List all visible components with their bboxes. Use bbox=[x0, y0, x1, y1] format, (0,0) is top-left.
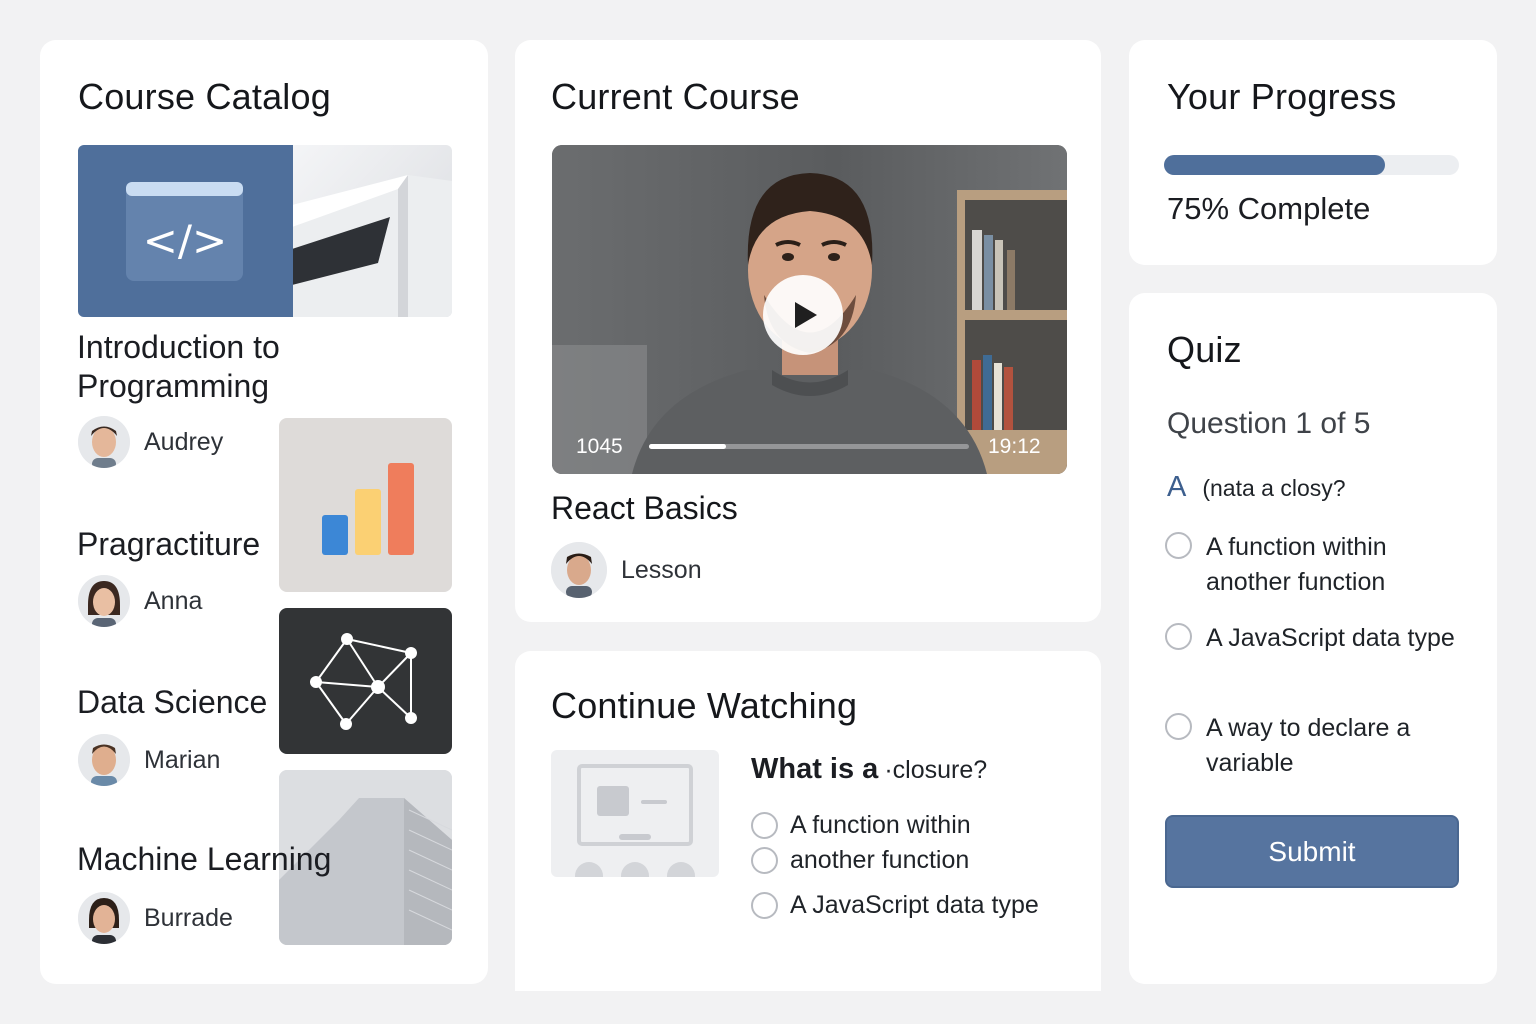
radio-button[interactable] bbox=[751, 892, 778, 919]
cw-option[interactable]: A JavaScript data type bbox=[751, 891, 1039, 920]
submit-button[interactable]: Submit bbox=[1165, 815, 1459, 888]
svg-text:</>: </> bbox=[143, 216, 228, 265]
quiz-option[interactable]: A function within another function bbox=[1165, 530, 1465, 600]
continue-watching-title: Continue Watching bbox=[551, 685, 858, 726]
course-author: Burrade bbox=[78, 892, 233, 944]
cw-option[interactable]: another function bbox=[751, 846, 969, 875]
progress-label: 75% Complete bbox=[1167, 191, 1371, 226]
progress-title: Your Progress bbox=[1167, 76, 1397, 117]
avatar bbox=[78, 892, 130, 944]
lesson-info: Lesson bbox=[551, 542, 702, 598]
video-player[interactable]: 1045 19:12 bbox=[552, 145, 1067, 474]
author-name: Anna bbox=[144, 586, 203, 615]
course-thumbnail-network[interactable] bbox=[279, 608, 452, 754]
course-author: Audrey bbox=[78, 416, 223, 468]
quiz-card: Quiz Question 1 of 5 A (nata a closy? A … bbox=[1129, 293, 1497, 984]
progress-bar-fill bbox=[1164, 155, 1386, 175]
current-course-name[interactable]: React Basics bbox=[551, 490, 738, 527]
radio-button[interactable] bbox=[1165, 532, 1192, 559]
quiz-question: A (nata a closy? bbox=[1167, 471, 1346, 504]
bar-icon-bar bbox=[322, 515, 348, 555]
course-catalog-title: Course Catalog bbox=[78, 76, 331, 117]
cw-question: What is a ·closure? bbox=[751, 753, 987, 786]
cw-question-text: ·closure? bbox=[884, 756, 988, 784]
current-course-card: Current Course 1045 19:12 React Basics L… bbox=[515, 40, 1101, 622]
radio-button[interactable] bbox=[1165, 713, 1192, 740]
bar-icon-bar bbox=[388, 463, 414, 555]
avatar bbox=[78, 575, 130, 627]
progress-bar bbox=[1164, 155, 1459, 175]
quiz-option[interactable]: A way to declare a variable bbox=[1165, 711, 1465, 781]
course-thumbnail-chart[interactable] bbox=[279, 418, 452, 592]
cw-option-label: A function within bbox=[790, 811, 971, 839]
radio-button[interactable] bbox=[751, 847, 778, 874]
author-name: Audrey bbox=[144, 427, 224, 456]
lesson-placeholder-icon bbox=[575, 764, 695, 877]
radio-button[interactable] bbox=[751, 812, 778, 839]
quiz-option-label: A way to declare a variable bbox=[1206, 714, 1411, 777]
network-graph-icon bbox=[310, 633, 417, 730]
author-name: Burrade bbox=[144, 903, 233, 932]
play-button[interactable] bbox=[763, 275, 843, 355]
video-scrubber-fill bbox=[649, 444, 726, 449]
continue-watching-card: Continue Watching What is a ·closure? A … bbox=[515, 651, 1101, 991]
radio-button[interactable] bbox=[1165, 623, 1192, 650]
quiz-option-label: A function within another function bbox=[1206, 533, 1387, 596]
quiz-question-text: (nata a closy? bbox=[1202, 475, 1346, 501]
course-author: Marian bbox=[78, 734, 220, 786]
lesson-label: Lesson bbox=[621, 555, 702, 584]
course-title[interactable]: Data Science bbox=[77, 683, 267, 722]
avatar bbox=[551, 542, 607, 598]
progress-card: Your Progress 75% Complete bbox=[1129, 40, 1497, 265]
bar-chart-icon bbox=[322, 463, 414, 555]
bar-icon-bar bbox=[355, 489, 381, 555]
avatar bbox=[78, 734, 130, 786]
quiz-question-letter: A bbox=[1167, 471, 1187, 503]
cw-option-label: another function bbox=[790, 846, 970, 874]
video-scrubber[interactable] bbox=[649, 444, 969, 449]
author-name: Marian bbox=[144, 745, 221, 774]
video-time-elapsed: 1045 bbox=[576, 435, 623, 458]
quiz-title: Quiz bbox=[1167, 329, 1242, 370]
quiz-question-counter: Question 1 of 5 bbox=[1167, 407, 1371, 440]
avatar bbox=[78, 416, 130, 468]
course-title[interactable]: Pragractiture bbox=[77, 525, 260, 564]
quiz-option-label: A JavaScript data type bbox=[1206, 624, 1455, 652]
cw-option[interactable]: A function within bbox=[751, 811, 971, 840]
quiz-option[interactable]: A JavaScript data type bbox=[1165, 621, 1465, 656]
cw-question-prefix: What is a bbox=[751, 753, 879, 785]
course-title[interactable]: Introduction to Programming bbox=[77, 328, 377, 406]
play-icon bbox=[795, 302, 817, 328]
video-thumbnail[interactable] bbox=[551, 750, 719, 877]
course-thumbnail-programming[interactable]: </> bbox=[78, 145, 452, 317]
current-course-title: Current Course bbox=[551, 76, 800, 117]
course-author: Anna bbox=[78, 575, 202, 627]
video-time-total: 19:12 bbox=[988, 435, 1041, 458]
course-catalog-card: Course Catalog </> Introduction to Progr… bbox=[40, 40, 488, 984]
cw-option-label: A JavaScript data type bbox=[790, 891, 1039, 919]
course-title[interactable]: Machine Learning bbox=[77, 840, 331, 879]
